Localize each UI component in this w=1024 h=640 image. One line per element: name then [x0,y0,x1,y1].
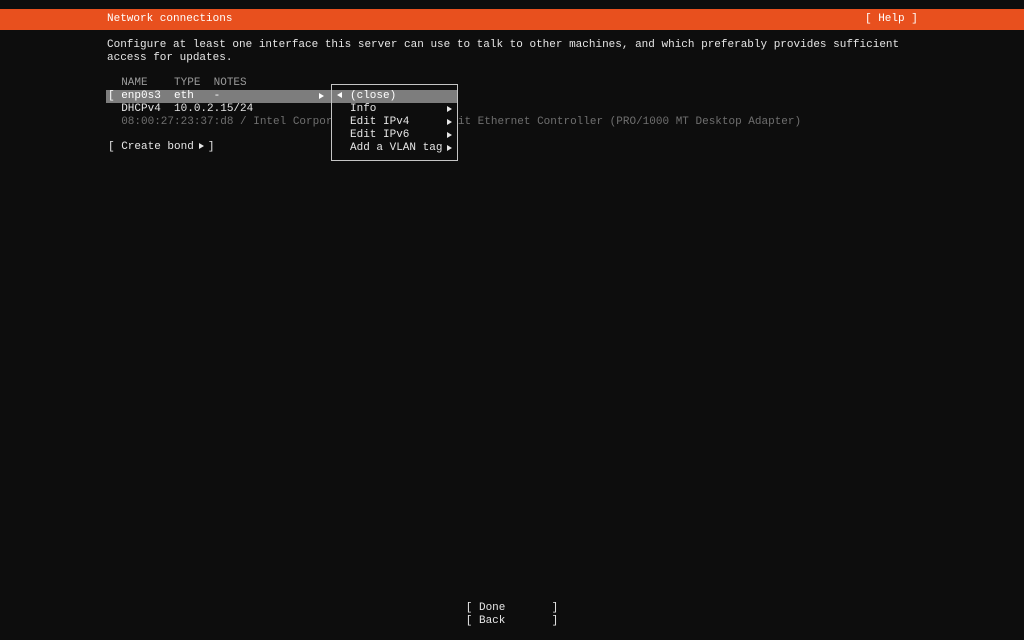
back-button[interactable]: [ Back ] [466,615,558,628]
menu-item-edit-ipv4[interactable]: Edit IPv4 [332,116,457,129]
submenu-arrow-icon [447,145,452,151]
instructions-text: Configure at least one interface this se… [107,39,900,64]
menu-item-close[interactable]: (close) [332,90,457,103]
menu-item-edit-ipv6[interactable]: Edit IPv6 [332,129,457,142]
interface-actions-menu: (close) Info Edit IPv4 Edit IPv6 Add a V… [331,84,458,161]
table-column-headers: NAME TYPE NOTES [108,77,247,89]
submenu-arrow-icon [447,132,452,138]
menu-item-add-vlan-tag[interactable]: Add a VLAN tag [332,142,457,155]
submenu-arrow-icon [447,106,452,112]
close-arrow-icon [337,92,342,98]
create-bond-bracket: ] [207,141,215,153]
submenu-arrow-icon [447,119,452,125]
interface-row-enp0s3[interactable]: [ enp0s3 eth - ] [106,90,341,103]
help-button[interactable]: [ Help ] [865,9,918,30]
menu-item-close-label: (close) [350,90,397,102]
menu-item-edit-ipv4-label: Edit IPv4 [350,116,410,128]
done-button[interactable]: [ Done ] [466,602,558,615]
dhcp-address-row: DHCPv4 10.0.2.15/24 [108,103,254,115]
menu-item-info-label: Info [350,103,377,115]
menu-item-add-vlan-tag-label: Add a VLAN tag [350,142,443,154]
create-bond-arrow-icon [198,143,204,149]
menu-item-info[interactable]: Info [332,103,457,116]
menu-item-edit-ipv6-label: Edit IPv6 [350,129,410,141]
header-bar: Network connections [ Help ] [0,9,1024,30]
footer-done-row: [ Done ] [0,602,1024,615]
create-bond-label: [ Create bond [108,141,194,153]
interface-row-text: [ enp0s3 eth - ] [108,90,340,102]
page-title: Network connections [107,13,233,25]
installer-screen: { "header": { "title": "Network connecti… [0,0,1024,640]
create-bond-button[interactable]: [ Create bond] [108,141,214,154]
footer-back-row: [ Back ] [0,615,1024,628]
row-expand-arrow-icon [319,93,324,99]
